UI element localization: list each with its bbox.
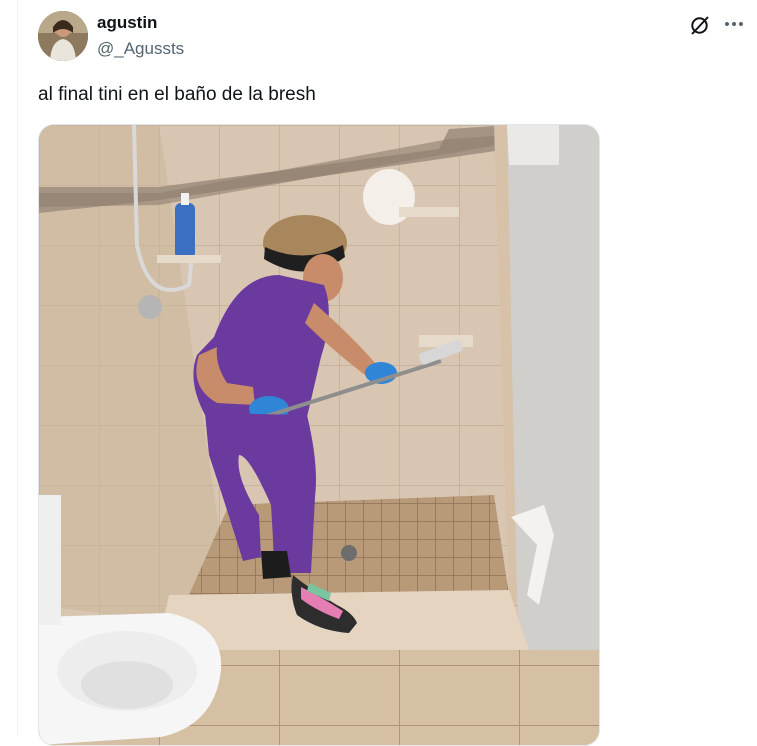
tweet-text: al final tini en el baño de la bresh [38,84,316,105]
grok-icon[interactable] [689,14,711,36]
author-name[interactable]: agustin [97,13,157,33]
tweet-photo[interactable] [38,124,600,746]
more-options-icon[interactable] [722,12,746,36]
timeline-border [17,0,18,736]
avatar[interactable] [38,11,88,61]
author-handle[interactable]: @_Agussts [97,39,184,59]
